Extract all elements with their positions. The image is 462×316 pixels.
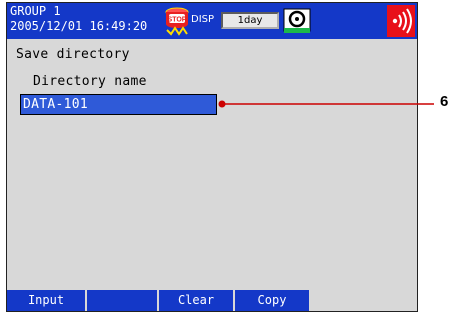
directory-name-label: Directory name [33, 74, 147, 89]
callout-number: 6 [440, 93, 449, 110]
softkey-bar: Input Clear Copy [7, 290, 417, 311]
stop-icon: STOP [165, 7, 189, 36]
group-name: GROUP 1 [10, 4, 61, 18]
datetime: 2005/12/01 16:49:20 [10, 19, 148, 33]
softkey-input[interactable]: Input [7, 290, 87, 311]
softkey-clear[interactable]: Clear [159, 290, 235, 311]
time-div-field: 1day [221, 12, 279, 29]
softkey-copy[interactable]: Copy [235, 290, 311, 311]
disp-label: DISP [191, 14, 215, 25]
directory-name-input[interactable]: DATA-101 [20, 94, 217, 115]
alarm-icon [387, 5, 415, 37]
recorder-screen: GROUP 1 2005/12/01 16:49:20 STOP DISP 1d… [6, 2, 418, 312]
softkey-blank[interactable] [87, 290, 159, 311]
status-bar: GROUP 1 2005/12/01 16:49:20 STOP DISP 1d… [7, 3, 417, 39]
svg-text:STOP: STOP [168, 17, 187, 24]
page-title: Save directory [16, 47, 130, 62]
media-icon [283, 8, 311, 33]
